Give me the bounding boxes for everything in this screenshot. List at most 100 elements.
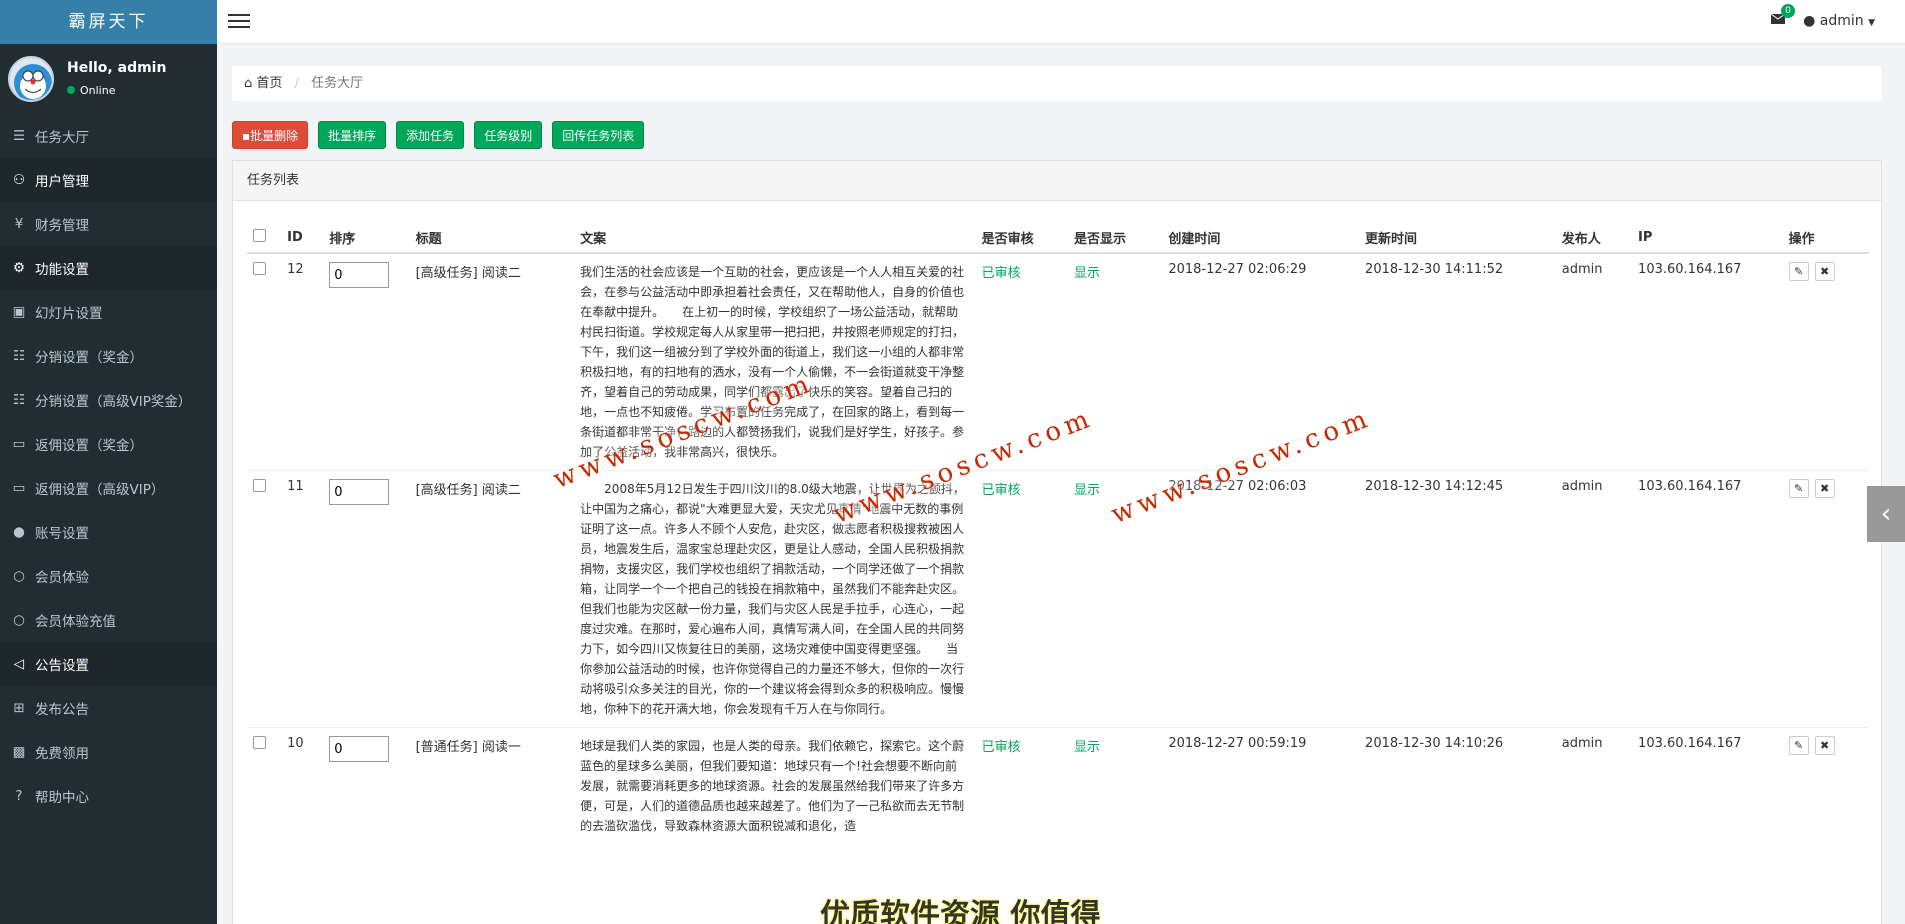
row-checkbox[interactable] [253, 736, 266, 749]
table-row: 11 [高级任务] 阅读二 2008年5月12日发生于四川汶川的8.0级大地震，让… [247, 470, 1869, 728]
sidebar-item-6[interactable]: ☷ 分销设置（高级VIP奖金） [0, 378, 217, 422]
credit-card-icon: ▭ [12, 480, 26, 496]
avatar [8, 56, 54, 102]
breadcrumb-home[interactable]: 首页 [256, 76, 282, 91]
sidebar-item-15[interactable]: ? 帮助中心 [0, 774, 217, 818]
column-header: 操作 [1782, 223, 1869, 254]
sidebar-item-label: 会员体验充值 [35, 614, 116, 630]
chevron-left-icon: ‹ [1880, 499, 1892, 529]
batch-sort-button[interactable]: 批量排序 [318, 121, 387, 149]
publisher: admin [1555, 252, 1633, 471]
sidebar-toggle-icon[interactable] [228, 14, 250, 29]
sidebar-item-10[interactable]: ○ 会员体验 [0, 554, 217, 598]
circle-icon: ○ [13, 612, 25, 628]
column-header: 是否审核 [975, 223, 1068, 254]
sidebar-item-label: 幻灯片设置 [35, 306, 103, 322]
row-title: [普通任务] 阅读一 [409, 727, 575, 844]
created-time: 2018-12-27 00:59:19 [1162, 727, 1360, 844]
sidebar-item-4[interactable]: ▣ 幻灯片设置 [0, 290, 217, 334]
column-header: 创建时间 [1162, 223, 1360, 254]
status-label: Online [80, 84, 116, 97]
yen-icon: ¥ [14, 216, 24, 232]
column-header: IP [1632, 223, 1783, 254]
row-title: [高级任务] 阅读二 [409, 470, 575, 728]
table-row: 10 [普通任务] 阅读一地球是我们人类的家园，也是人类的母亲。我们依赖它，探索它… [247, 727, 1869, 844]
sidebar-item-7[interactable]: ▭ 返佣设置（奖金） [0, 422, 217, 466]
users-icon: ⚇ [12, 172, 26, 188]
sidebar-item-8[interactable]: ▭ 返佣设置（高级VIP） [0, 466, 217, 510]
publisher: admin [1555, 470, 1633, 728]
task-level-button[interactable]: 任务级别 [474, 121, 543, 149]
sitemap-icon: ☷ [12, 392, 26, 408]
edit-pencil-icon[interactable]: ✎ [1788, 736, 1809, 755]
column-header: 更新时间 [1359, 223, 1556, 254]
row-text: 2008年5月12日发生于四川汶川的8.0级大地震，让世界为之颤抖，让中国为之痛… [580, 482, 965, 716]
batch-delete-label: 批量删除 [250, 129, 299, 143]
created-time: 2018-12-27 02:06:03 [1162, 470, 1360, 728]
return-list-button[interactable]: 回传任务列表 [552, 121, 645, 149]
user-icon: ● [13, 524, 25, 540]
row-text: 地球是我们人类的家园，也是人类的母亲。我们依赖它，探索它。这个蔚蓝色的星球多么美… [580, 739, 965, 833]
batch-delete-button[interactable]: ▪批量删除 [232, 121, 309, 149]
column-header: 文案 [574, 223, 976, 254]
question-circle-icon: ? [15, 788, 23, 804]
select-all-checkbox[interactable] [253, 229, 266, 242]
edit-pencil-icon[interactable]: ✎ [1788, 479, 1809, 498]
sidebar-item-label: 分销设置（奖金） [35, 350, 143, 366]
sidebar-item-label: 公告设置 [35, 658, 89, 674]
sort-input[interactable] [329, 262, 390, 288]
sidebar-item-label: 用户管理 [35, 174, 89, 190]
delete-x-icon[interactable]: ✖ [1814, 479, 1835, 498]
delete-x-icon[interactable]: ✖ [1814, 262, 1835, 281]
row-checkbox[interactable] [253, 479, 266, 492]
credit-card-icon: ▭ [12, 436, 26, 452]
add-task-button[interactable]: 添加任务 [396, 121, 465, 149]
sidebar-item-label: 分销设置（高级VIP奖金） [35, 394, 192, 410]
delete-x-icon[interactable]: ✖ [1814, 736, 1835, 755]
row-title: [高级任务] 阅读二 [409, 252, 575, 471]
sidebar-item-0[interactable]: ☰ 任务大厅 [0, 114, 217, 158]
column-header: 排序 [323, 223, 410, 254]
circle-icon: ○ [13, 568, 25, 584]
sidebar-item-2[interactable]: ¥ 财务管理 [0, 202, 217, 246]
online-dot-icon [67, 86, 75, 94]
user-panel: Hello, admin Online [0, 44, 217, 114]
sidebar-item-14[interactable]: ▩ 免费领用 [0, 730, 217, 774]
list-icon: ☰ [12, 128, 26, 144]
panel-title: 任务列表 [233, 161, 1881, 201]
sidebar-item-label: 帮助中心 [35, 790, 89, 806]
gift-icon: ▩ [12, 744, 26, 760]
plus-square-icon: ⊞ [13, 700, 25, 716]
user-menu[interactable]: ● admin ▼ [1803, 13, 1875, 29]
edit-pencil-icon[interactable]: ✎ [1788, 262, 1809, 281]
sidebar-item-label: 发布公告 [35, 702, 89, 718]
sidebar-item-11[interactable]: ○ 会员体验充值 [0, 598, 217, 642]
sort-input[interactable] [329, 479, 390, 505]
side-collapse-tab[interactable]: ‹ [1867, 486, 1905, 542]
display-status: 显示 [1067, 727, 1163, 844]
column-header: ID [281, 223, 324, 254]
film-icon: ▣ [12, 304, 26, 320]
sidebar-item-5[interactable]: ☷ 分销设置（奖金） [0, 334, 217, 378]
user-icon: ● [1803, 13, 1816, 29]
row-id: 12 [281, 252, 324, 471]
sidebar-item-13[interactable]: ⊞ 发布公告 [0, 686, 217, 730]
sort-input[interactable] [329, 736, 390, 762]
sidebar-item-3[interactable]: ⚙ 功能设置 [0, 246, 217, 290]
task-list-panel: 任务列表 ID排序标题文案是否审核是否显示创建时间更新时间发布人IP操作 12 [… [232, 160, 1882, 924]
sidebar-item-1[interactable]: ⚇ 用户管理 [0, 158, 217, 202]
audit-status: 已审核 [975, 470, 1068, 728]
sidebar-item-9[interactable]: ● 账号设置 [0, 510, 217, 554]
audit-status: 已审核 [975, 727, 1068, 844]
brand-logo[interactable]: 霸屏天下 [0, 0, 217, 44]
updated-time: 2018-12-30 14:11:52 [1359, 252, 1556, 471]
row-id: 11 [281, 470, 324, 728]
row-checkbox[interactable] [253, 262, 266, 275]
ip-address: 103.60.164.167 [1632, 252, 1783, 471]
sidebar-item-12[interactable]: ◁ 公告设置 [0, 642, 217, 686]
sidebar-item-label: 返佣设置（高级VIP） [35, 482, 165, 498]
online-status: Online [67, 84, 115, 97]
caret-down-icon: ▼ [1868, 18, 1875, 28]
watermark-caption: 优质软件资源 你值得 [820, 898, 1101, 924]
table-header-row: ID 排序 标题 文案 是否审核 是否显示 创建时间 更新时间 发布人 IP 操作 [247, 223, 1869, 254]
